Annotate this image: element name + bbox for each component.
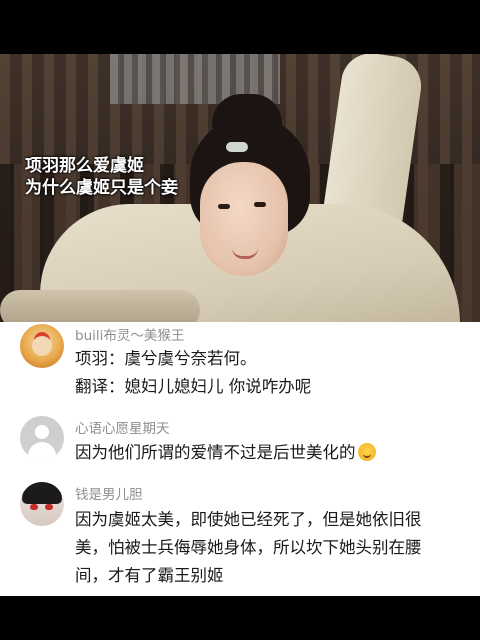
figure-sleeve bbox=[0, 290, 200, 322]
figure-eye-right bbox=[254, 202, 266, 207]
caption-line-2: 为什么虞姬只是个妾 bbox=[25, 178, 178, 198]
grinning-sweat-emoji-icon bbox=[357, 443, 376, 461]
video-caption: 项羽那么爱虞姬 为什么虞姬只是个妾 bbox=[25, 155, 225, 199]
comment-text: 因为他们所谓的爱情不过是后世美化的 bbox=[75, 439, 465, 467]
top-black-bar bbox=[0, 0, 480, 54]
hair-ornament bbox=[226, 142, 248, 152]
comment-text-content: 因为他们所谓的爱情不过是后世美化的 bbox=[75, 443, 356, 462]
monkey-face-icon bbox=[32, 336, 52, 356]
video-frame[interactable]: 项羽那么爱虞姬 为什么虞姬只是个妾 bbox=[0, 54, 480, 322]
comment-text-line: 间，才有了霸王别姬 bbox=[75, 566, 224, 585]
comment-list: buili布灵～美猴王 项羽：虞兮虞兮奈若何。 翻译：媳妇儿媳妇儿 你说咋办呢 … bbox=[0, 322, 480, 596]
comment-username[interactable]: 心语心愿星期天 bbox=[75, 417, 170, 437]
caption-line-1: 项羽那么爱虞姬 bbox=[25, 156, 144, 176]
monkey-king-avatar[interactable] bbox=[20, 324, 64, 368]
default-user-avatar[interactable] bbox=[20, 416, 64, 460]
comment-username[interactable]: buili布灵～美猴王 bbox=[75, 324, 184, 344]
comment-username[interactable]: 钱是男儿胆 bbox=[75, 483, 143, 503]
bottom-black-bar bbox=[0, 596, 480, 640]
comment-text-line: 因为虞姬太美，即使她已经死了，但是她依旧很 bbox=[75, 510, 422, 529]
user-body-icon bbox=[28, 442, 56, 460]
comment-text-line: 项羽：虞兮虞兮奈若何。 bbox=[75, 349, 257, 368]
anime-character-avatar[interactable] bbox=[20, 482, 64, 526]
comment-text-line: 翻译：媳妇儿媳妇儿 你说咋办呢 bbox=[75, 377, 312, 396]
user-head-icon bbox=[35, 425, 49, 439]
comment-text-line: 美，怕被士兵侮辱她身体，所以坎下她头别在腰 bbox=[75, 538, 422, 557]
anime-hair-icon bbox=[22, 482, 62, 504]
anime-eye-icon bbox=[30, 504, 38, 510]
figure-eye-left bbox=[218, 204, 230, 209]
anime-eye-icon bbox=[45, 504, 53, 510]
